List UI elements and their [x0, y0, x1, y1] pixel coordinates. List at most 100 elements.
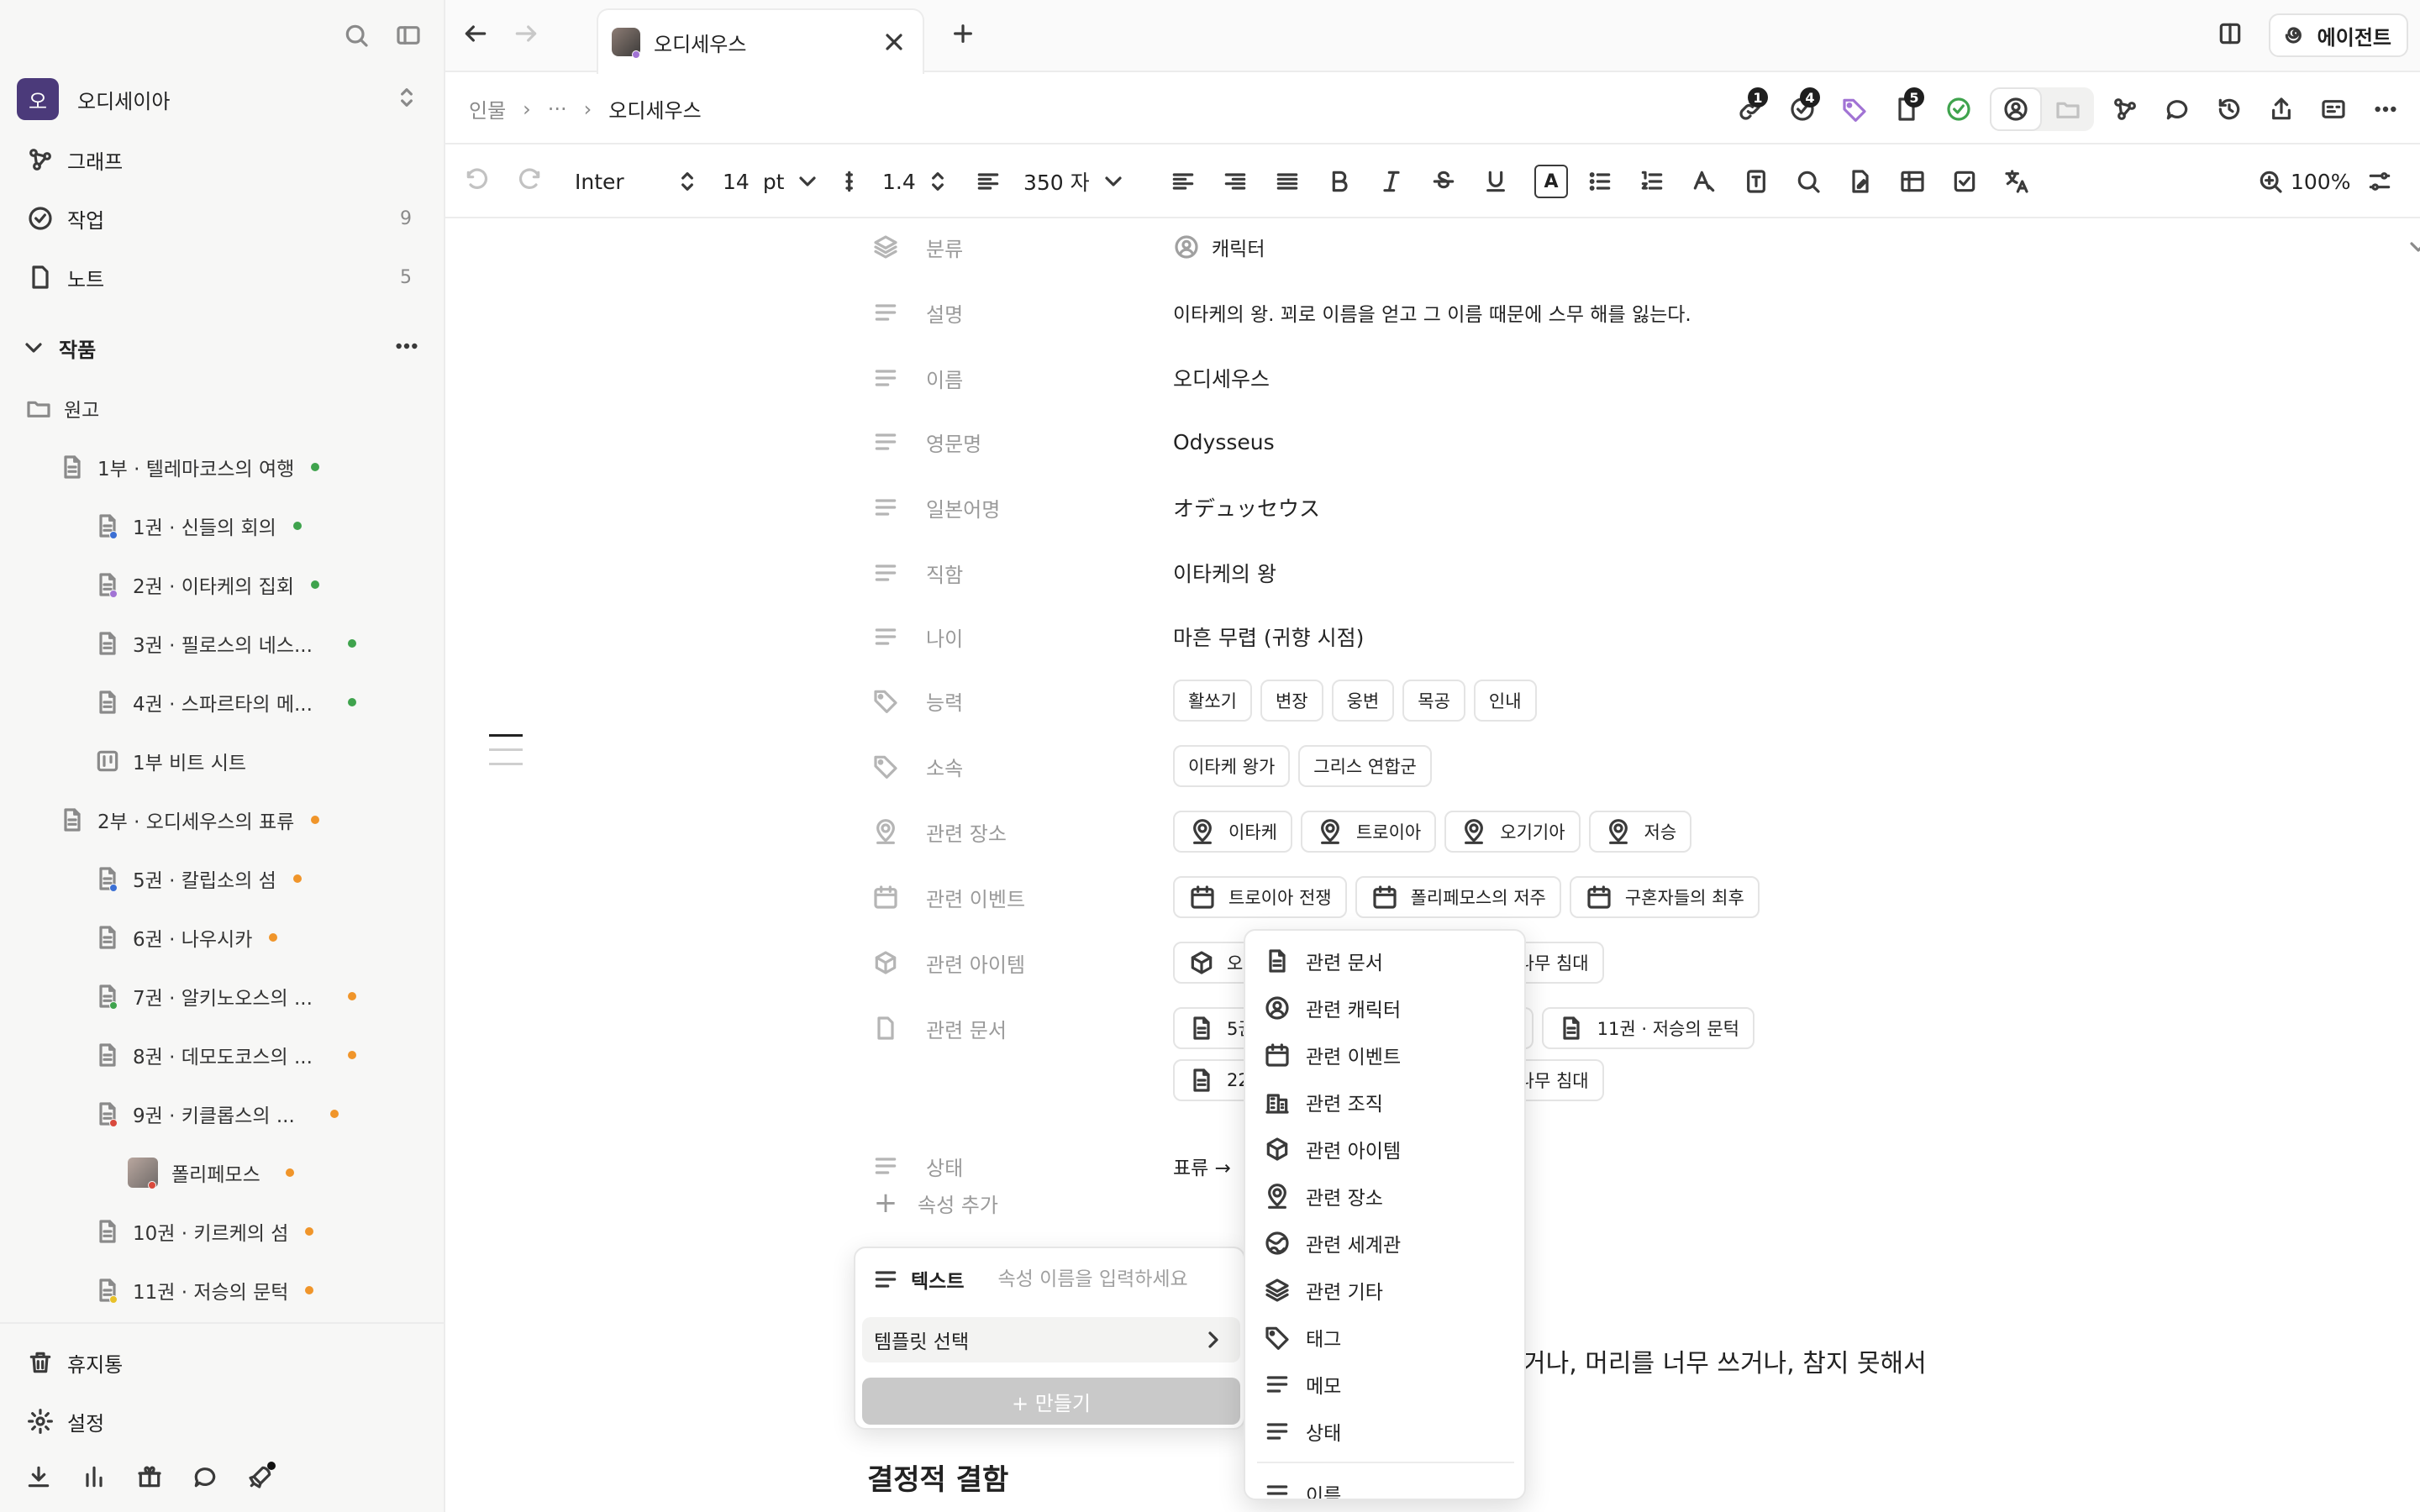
tag-chip[interactable]: 웅변 [1331, 680, 1395, 722]
tag-chip[interactable]: 인내 [1473, 680, 1537, 722]
tag-chip[interactable]: 이타케 왕가 [1173, 745, 1291, 787]
chevron-down-icon[interactable] [2405, 234, 2420, 260]
split-view-icon[interactable] [2217, 20, 2244, 47]
graph-button[interactable] [2099, 87, 2151, 131]
agent-button[interactable]: 에이전트 [2268, 13, 2408, 57]
card-button[interactable] [2307, 87, 2360, 131]
tag-chip[interactable]: 변장 [1260, 680, 1323, 722]
sidebar-toggle-icon[interactable] [395, 22, 422, 49]
place-chip[interactable]: 트로이아 [1300, 811, 1437, 853]
align-left-icon[interactable] [1170, 161, 1197, 202]
property-value[interactable]: 오디세우스 [1173, 363, 1270, 393]
nav-item-graph[interactable]: 그래프 [25, 143, 420, 176]
page-width-select[interactable]: 350 자 [975, 161, 1127, 202]
tree-item[interactable]: 2권 · 이타케의 집회 [94, 568, 319, 601]
property-value[interactable]: 이타케의 왕 [1173, 558, 1276, 588]
menu-item-related-docs[interactable]: 관련 문서 [1262, 939, 1511, 983]
share-button[interactable] [2255, 87, 2307, 131]
outline-indicator[interactable] [489, 734, 523, 777]
menu-item-related-worlds[interactable]: 관련 세계관 [1262, 1221, 1511, 1265]
tree-item[interactable]: 2부 · 오디세우스의 표류 [59, 803, 320, 837]
text-box-icon[interactable] [1743, 161, 1770, 202]
tasks-button[interactable]: 4 [1776, 87, 1828, 131]
sidebar-item-trash[interactable]: 휴지통 [25, 1346, 123, 1379]
history-button[interactable] [2203, 87, 2255, 131]
property-name-input[interactable] [997, 1268, 1200, 1290]
tag-button[interactable] [1828, 87, 1881, 131]
create-button[interactable]: + 만들기 [862, 1378, 1240, 1425]
forward-arrow-icon[interactable] [513, 20, 539, 47]
place-chip[interactable]: 저승 [1588, 811, 1692, 853]
menu-item-related-events[interactable]: 관련 이벤트 [1262, 1033, 1511, 1077]
underline-icon[interactable] [1482, 161, 1509, 202]
more-icon[interactable] [393, 333, 420, 360]
file-edit-icon[interactable] [1847, 161, 1874, 202]
property-value[interactable]: Odysseus [1173, 430, 1275, 454]
bar-chart-icon[interactable] [79, 1462, 109, 1492]
sliders-icon[interactable] [2366, 161, 2393, 202]
menu-item-related-other[interactable]: 관련 기타 [1262, 1268, 1511, 1312]
tree-item[interactable]: 원고 [25, 391, 99, 425]
tree-item[interactable]: 1권 · 신들의 회의 [94, 509, 302, 543]
plus-icon[interactable] [950, 20, 976, 47]
tag-chip[interactable]: 그리스 연합군 [1298, 745, 1432, 787]
tree-item[interactable]: 5권 · 칼립소의 섬 [94, 862, 302, 895]
font-select[interactable]: Inter [575, 161, 701, 202]
section-works[interactable]: 작품 [20, 333, 420, 363]
event-chip[interactable]: 트로이아 전쟁 [1173, 876, 1347, 918]
gift-icon[interactable] [134, 1462, 165, 1492]
category-select[interactable]: 캐릭터 [1173, 233, 1265, 261]
tree-item[interactable]: 11권 · 저승의 문턱 [94, 1273, 314, 1307]
tree-item[interactable]: 1부 비트 시트 [94, 744, 246, 778]
status-check-button[interactable] [1933, 87, 1985, 131]
back-arrow-icon[interactable] [462, 20, 489, 47]
bullet-list-icon[interactable] [1586, 161, 1613, 202]
breadcrumb-root[interactable]: 인물 [469, 94, 506, 123]
search-icon[interactable] [1795, 161, 1822, 202]
event-chip[interactable]: 폴리페모스의 저주 [1355, 876, 1561, 918]
clear-format-icon[interactable] [1691, 161, 1718, 202]
menu-item-related-items[interactable]: 관련 아이템 [1262, 1127, 1511, 1171]
tree-item[interactable]: 8권 · 데모도코스의 ... [94, 1038, 356, 1072]
nav-item-notes[interactable]: 노트 5 [25, 260, 420, 294]
search-icon[interactable] [343, 22, 370, 49]
event-chip[interactable]: 구혼자들의 최후 [1569, 876, 1760, 918]
tree-item[interactable]: 7권 · 알키노오스의 ... [94, 979, 356, 1013]
rocket-icon[interactable] [245, 1462, 276, 1492]
zoom-control[interactable]: 100% [2257, 161, 2350, 202]
justify-icon[interactable] [1274, 161, 1301, 202]
tree-item[interactable]: 폴리페모스 [128, 1156, 294, 1189]
body-paragraph[interactable]: 거나, 머리를 너무 쓰거나, 참지 못해서 [1523, 1342, 1927, 1379]
checkbox-icon[interactable] [1951, 161, 1978, 202]
property-type-button[interactable]: 텍스트 [872, 1265, 964, 1294]
menu-item-related-places[interactable]: 관련 장소 [1262, 1174, 1511, 1218]
strikethrough-icon[interactable] [1430, 161, 1457, 202]
property-value[interactable]: オデュッセウス [1173, 492, 1320, 522]
folder-view-button[interactable] [2042, 87, 2094, 131]
tag-chip[interactable]: 목공 [1402, 680, 1465, 722]
line-height-select[interactable]: 1.4 [844, 161, 951, 202]
more-button[interactable] [2360, 87, 2412, 131]
numbered-list-icon[interactable] [1639, 161, 1665, 202]
sidebar-item-settings[interactable]: 설정 [25, 1404, 104, 1438]
property-value[interactable]: 이타케의 왕. 꾀로 이름을 얻고 그 이름 때문에 스무 해를 잃는다. [1173, 298, 1691, 327]
menu-item-tag[interactable]: 태그 [1262, 1315, 1511, 1359]
links-button[interactable]: 1 [1724, 87, 1776, 131]
font-size-select[interactable]: 14 pt [723, 161, 821, 202]
tab-odysseus[interactable]: 오디세우스 [597, 8, 924, 74]
docs-button[interactable]: 5 [1881, 87, 1933, 131]
menu-item-related-characters[interactable]: 관련 캐릭터 [1262, 986, 1511, 1030]
align-right-icon[interactable] [1222, 161, 1249, 202]
undo-icon[interactable] [464, 161, 491, 202]
menu-item-name[interactable]: 이름 [1262, 1472, 1511, 1499]
tree-item[interactable]: 3권 · 필로스의 네스... [94, 627, 356, 660]
workspace-switcher[interactable]: 오 오디세이아 [17, 78, 420, 120]
translate-icon[interactable] [2003, 161, 2030, 202]
nav-item-tasks[interactable]: 작업 9 [25, 202, 420, 235]
tree-item[interactable]: 6권 · 나우시카 [94, 921, 278, 954]
close-icon[interactable] [881, 29, 908, 55]
add-property-button[interactable]: + 속성 추가 [871, 1188, 998, 1218]
tree-item[interactable]: 4권 · 스파르타의 메... [94, 685, 356, 719]
italic-icon[interactable] [1378, 161, 1405, 202]
tree-item[interactable]: 9권 · 키클롭스의 ... [94, 1097, 339, 1131]
